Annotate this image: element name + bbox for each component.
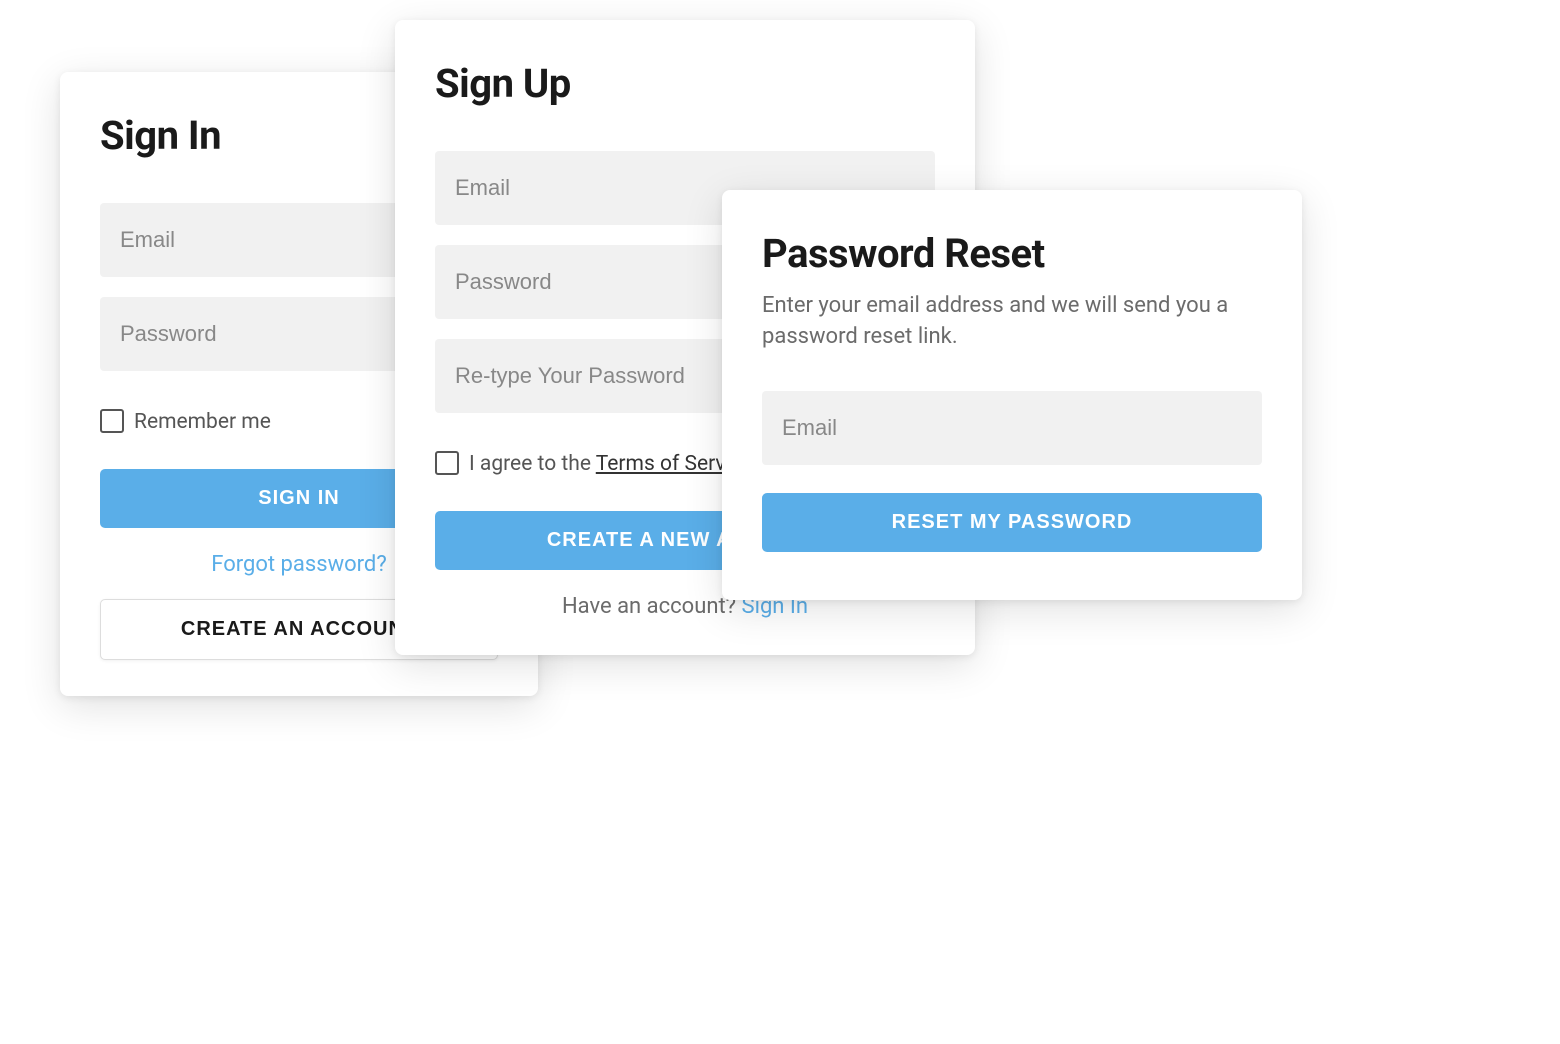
remember-me-label: Remember me (134, 407, 271, 439)
agree-prefix: I agree to the (469, 452, 596, 476)
agree-terms-checkbox[interactable] (435, 451, 459, 475)
reset-subtitle: Enter your email address and we will sen… (762, 291, 1262, 353)
reset-email-field[interactable] (762, 391, 1262, 465)
forgot-password-link[interactable]: Forgot password? (211, 552, 386, 577)
signup-title: Sign Up (435, 60, 935, 107)
reset-title: Password Reset (762, 230, 1262, 277)
have-account-text: Have an account? (562, 594, 742, 619)
password-reset-card: Password Reset Enter your email address … (722, 190, 1302, 600)
reset-submit-button[interactable]: RESET MY PASSWORD (762, 493, 1262, 552)
remember-me-checkbox[interactable] (100, 409, 124, 433)
